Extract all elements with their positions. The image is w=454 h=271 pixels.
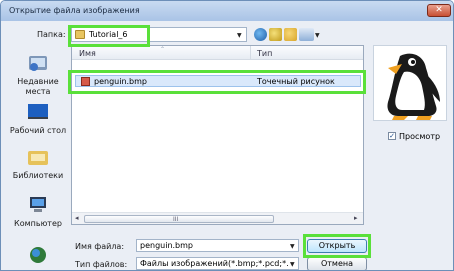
close-icon: ✕ <box>435 5 443 15</box>
close-button[interactable]: ✕ <box>427 4 451 17</box>
cancel-button-label: Отмена <box>320 259 354 268</box>
view-menu-chevron-icon[interactable]: ▼ <box>315 32 320 39</box>
window-title: Открытие файла изображения <box>9 6 140 15</box>
scroll-thumb[interactable]: III <box>84 215 274 223</box>
column-divider[interactable] <box>250 46 251 60</box>
file-type: Точечный рисунок <box>257 77 335 86</box>
places-bar: Недавние места Рабочий стол Библиотеки К… <box>6 45 70 270</box>
open-image-dialog: Открытие файла изображения ✕ Папка: Tuto… <box>0 0 454 271</box>
cancel-button[interactable]: Отмена <box>307 257 367 270</box>
filename-field[interactable]: penguin.bmp ▼ <box>136 239 299 252</box>
column-header-type[interactable]: Тип <box>257 49 272 58</box>
penguin-preview-image <box>387 53 440 120</box>
place-recent[interactable]: Недавние места <box>6 53 70 97</box>
new-folder-icon[interactable] <box>284 28 297 41</box>
folder-icon <box>75 30 85 39</box>
computer-icon <box>30 197 46 212</box>
scroll-left-icon[interactable]: ◂ <box>75 214 79 222</box>
filetype-value: Файлы изображений(*.bmp;*.pcd;*.fpx;*.ti… <box>140 259 288 268</box>
preview-checkbox[interactable]: ✓ <box>388 132 396 140</box>
file-list[interactable]: ⌃ Имя Тип penguin.bmp Точечный рисунок ◂… <box>71 45 364 225</box>
place-libraries[interactable]: Библиотеки <box>6 147 70 181</box>
back-icon[interactable] <box>254 28 267 41</box>
scroll-grip: III <box>173 216 179 223</box>
place-computer[interactable]: Компьютер <box>6 195 70 229</box>
horizontal-scrollbar[interactable]: ◂ III ▸ <box>72 212 363 224</box>
filename-label: Имя файла: <box>75 242 125 251</box>
recent-places-icon <box>29 56 47 71</box>
title-bar[interactable]: Открытие файла изображения ✕ <box>1 1 453 21</box>
place-desktop[interactable]: Рабочий стол <box>6 102 70 136</box>
column-header-name[interactable]: Имя <box>79 49 96 58</box>
sort-ascending-icon: ⌃ <box>160 46 166 53</box>
place-label-libraries: Библиотеки <box>12 171 64 180</box>
filetype-chevron-down-icon[interactable]: ▼ <box>290 261 295 268</box>
list-header: ⌃ Имя Тип <box>72 46 363 60</box>
file-name: penguin.bmp <box>94 77 148 86</box>
open-button[interactable]: Открыть <box>307 239 367 253</box>
view-menu-icon[interactable] <box>299 28 314 41</box>
filetype-select[interactable]: Файлы изображений(*.bmp;*.pcd;*.fpx;*.ti… <box>136 257 299 270</box>
lookin-label: Папка: <box>37 30 66 39</box>
place-label-computer: Компьютер <box>14 219 62 228</box>
preview-pane <box>373 45 447 121</box>
place-label-desktop: Рабочий стол <box>9 126 67 135</box>
libraries-icon <box>28 151 48 165</box>
bitmap-file-icon <box>81 77 90 86</box>
chevron-down-icon: ▼ <box>237 32 242 39</box>
lookin-dropdown[interactable]: Tutorial_6 ▼ <box>71 27 247 42</box>
filename-chevron-down-icon[interactable]: ▼ <box>290 243 295 250</box>
filename-value: penguin.bmp <box>140 241 194 250</box>
network-icon <box>30 247 46 263</box>
open-button-label: Открыть <box>318 241 356 250</box>
up-folder-icon[interactable] <box>269 28 282 41</box>
scroll-right-icon[interactable]: ▸ <box>354 214 358 222</box>
preview-label: Просмотр <box>399 132 441 141</box>
place-label-recent: Недавние места <box>17 77 59 96</box>
lookin-value: Tutorial_6 <box>89 30 128 39</box>
file-row[interactable]: penguin.bmp Точечный рисунок <box>75 75 361 87</box>
desktop-icon <box>28 104 48 119</box>
filetype-label: Тип файлов: <box>75 260 128 269</box>
place-network[interactable] <box>6 245 70 269</box>
